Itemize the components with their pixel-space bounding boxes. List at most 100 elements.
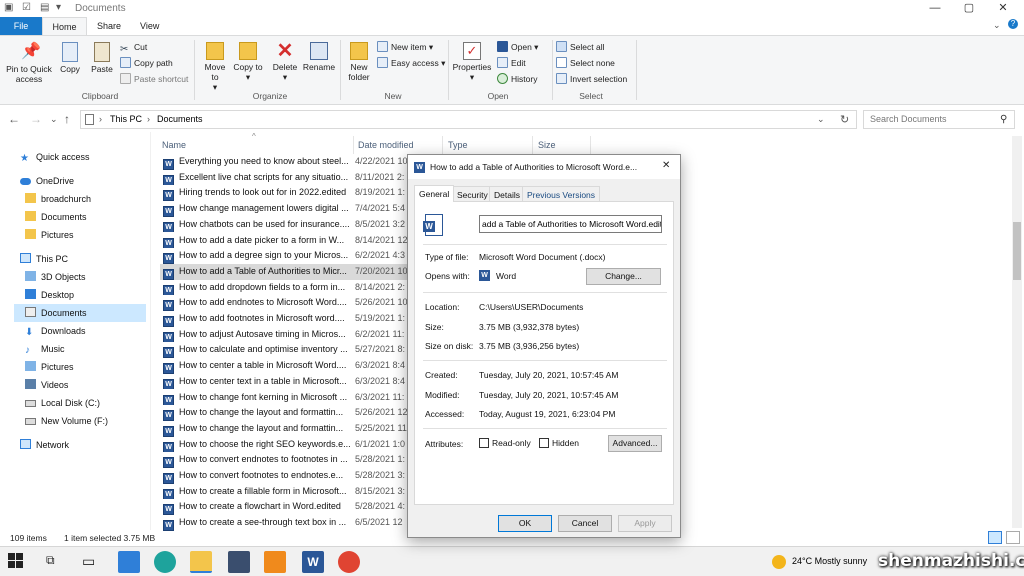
file-row[interactable]: W How to add a date picker to a form in W… xyxy=(160,233,410,249)
file-row[interactable]: W How to add a Table of Authorities to Mi… xyxy=(160,263,410,280)
file-row[interactable]: W How to change font kerning in Microsoft… xyxy=(160,390,410,406)
file-row[interactable]: W Hiring trends to look out for in 2022.e… xyxy=(160,185,410,202)
nav-network[interactable]: Network xyxy=(20,436,69,454)
readonly-checkbox[interactable]: Read-only xyxy=(479,438,531,448)
history-button[interactable]: History xyxy=(497,72,537,86)
new-item-button[interactable]: New item ▾ xyxy=(377,40,433,54)
rename-button[interactable]: Rename xyxy=(302,42,336,72)
mail-icon[interactable] xyxy=(118,551,140,573)
easy-access-button[interactable]: Easy access ▾ xyxy=(377,56,445,70)
nav-onedrive-item[interactable]: Documents xyxy=(25,208,87,226)
task-view-icon[interactable]: ⧉ xyxy=(46,553,55,568)
file-row[interactable]: W How to add dropdown fields to a form in… xyxy=(160,280,410,296)
vlc-icon[interactable] xyxy=(264,551,286,573)
file-row[interactable]: W How to center text in a table in Micros… xyxy=(160,374,410,390)
file-row[interactable]: W How change management lowers digital ..… xyxy=(160,201,410,217)
filename-field[interactable]: add a Table of Authorities to Microsoft … xyxy=(479,215,662,233)
delete-button[interactable]: ✕ Delete ▾ xyxy=(268,41,302,82)
checkbox-box[interactable] xyxy=(479,438,489,448)
ok-button[interactable]: OK xyxy=(498,515,552,532)
breadcrumb-documents[interactable]: Documents xyxy=(157,114,203,124)
edit-button[interactable]: Edit xyxy=(497,56,526,70)
hidden-checkbox[interactable]: Hidden xyxy=(539,438,579,448)
search-input[interactable]: Search Documents ⚲ xyxy=(863,110,1015,129)
file-row[interactable]: W How to center a table in Microsoft Word… xyxy=(160,358,410,374)
minimize-button[interactable]: — xyxy=(918,0,952,17)
edge-browser-icon[interactable] xyxy=(154,551,176,573)
column-divider[interactable] xyxy=(532,136,533,154)
copy-to-button[interactable]: Copy to ▾ xyxy=(233,42,263,82)
tab-details[interactable]: Details xyxy=(489,186,525,202)
file-row[interactable]: W How to change the layout and formattin.… xyxy=(160,421,410,437)
address-dropdown-icon[interactable]: ⌄ xyxy=(817,114,825,125)
details-view-icon[interactable] xyxy=(988,531,1002,544)
invert-selection-button[interactable]: Invert selection xyxy=(556,72,627,86)
weather-text[interactable]: 24°C Mostly sunny xyxy=(792,556,867,566)
chrome-icon[interactable] xyxy=(338,551,360,573)
file-row[interactable]: W How to add endnotes to Microsoft Word..… xyxy=(160,295,410,311)
nav-3d-objects[interactable]: 3D Objects xyxy=(25,268,86,286)
open-button[interactable]: Open ▾ xyxy=(497,40,538,54)
nav-quick-access[interactable]: ★ Quick access xyxy=(20,148,90,166)
file-row[interactable]: W How to add a degree sign to your Micros… xyxy=(160,248,410,264)
column-divider[interactable] xyxy=(442,136,443,154)
refresh-icon[interactable]: ↻ xyxy=(840,113,849,126)
file-row[interactable]: W How to calculate and optimise inventory… xyxy=(160,342,410,359)
select-all-button[interactable]: Select all xyxy=(556,40,605,54)
file-row[interactable]: W Excellent live chat scripts for any sit… xyxy=(160,170,410,186)
change-button[interactable]: Change... xyxy=(586,268,661,285)
dialog-close-icon[interactable]: ✕ xyxy=(662,160,670,171)
move-to-button[interactable]: Move to ▾ xyxy=(200,42,230,92)
file-row[interactable]: W How to add footnotes in Microsoft word.… xyxy=(160,311,410,327)
file-row[interactable]: W How to create a see-through text box in… xyxy=(160,515,410,531)
advanced-button[interactable]: Advanced... xyxy=(608,435,662,452)
file-row[interactable]: W Everything you need to know about steel… xyxy=(160,154,410,170)
file-row[interactable]: W How to change the layout and formattin.… xyxy=(160,405,410,421)
file-row[interactable]: W How to convert endnotes to footnotes in… xyxy=(160,452,410,468)
file-row[interactable]: W How to adjust Autosave timing in Micros… xyxy=(160,327,410,343)
tab-previous-versions[interactable]: Previous Versions xyxy=(522,186,601,202)
column-divider[interactable] xyxy=(353,136,354,154)
address-bar[interactable]: › This PC › Documents ⌄ xyxy=(80,110,857,129)
speech-bubble-icon[interactable]: ▭ xyxy=(82,553,95,570)
file-row[interactable]: W How to choose the right SEO keywords.e.… xyxy=(160,437,410,453)
nav-downloads[interactable]: ⬇ Downloads xyxy=(25,322,86,340)
cancel-button[interactable]: Cancel xyxy=(558,515,612,532)
column-date-modified[interactable]: Date modified xyxy=(358,140,414,150)
column-type[interactable]: Type xyxy=(448,140,468,150)
scrollbar-thumb[interactable] xyxy=(1013,222,1021,280)
nav-onedrive-item[interactable]: Pictures xyxy=(25,226,74,244)
nav-documents[interactable]: Documents xyxy=(25,304,87,322)
file-row[interactable]: W How to create a flowchart in Word.edite… xyxy=(160,499,410,516)
nav-pictures[interactable]: Pictures xyxy=(25,358,74,376)
column-size[interactable]: Size xyxy=(538,140,556,150)
expand-ribbon-icon[interactable]: ⌄ xyxy=(993,20,1001,31)
nav-desktop[interactable]: Desktop xyxy=(25,286,74,304)
maximize-button[interactable]: ▢ xyxy=(952,0,986,17)
nav-music[interactable]: ♪ Music xyxy=(25,340,65,358)
dialog-title-bar[interactable]: W How to add a Table of Authorities to M… xyxy=(408,155,680,179)
checkbox-box[interactable] xyxy=(539,438,549,448)
file-row[interactable]: W How to create a fillable form in Micros… xyxy=(160,484,410,500)
word-taskbar-icon[interactable]: W xyxy=(302,551,324,573)
column-name[interactable]: Name xyxy=(162,140,186,150)
vertical-scrollbar[interactable] xyxy=(1012,136,1022,528)
file-row[interactable]: W How to convert footnotes to endnotes.e.… xyxy=(160,468,410,484)
nav-new-volume[interactable]: New Volume (F:) xyxy=(25,412,108,430)
nav-this-pc[interactable]: This PC xyxy=(20,250,68,268)
file-explorer-icon[interactable] xyxy=(190,551,212,573)
file-row[interactable]: W How chatbots can be used for insurance.… xyxy=(160,217,410,233)
apply-button[interactable]: Apply xyxy=(618,515,672,532)
nav-videos[interactable]: Videos xyxy=(25,376,68,394)
large-icons-view-icon[interactable] xyxy=(1006,531,1020,544)
nav-onedrive-item[interactable]: broadchurch xyxy=(25,190,91,208)
calculator-app-icon[interactable] xyxy=(228,551,250,573)
close-button[interactable]: ✕ xyxy=(986,0,1020,17)
column-divider[interactable] xyxy=(590,136,591,154)
help-icon[interactable]: ? xyxy=(1008,19,1018,29)
nav-onedrive[interactable]: OneDrive xyxy=(20,172,74,190)
properties-button[interactable]: ✓ Properties ▾ xyxy=(452,42,492,82)
nav-local-disk[interactable]: Local Disk (C:) xyxy=(25,394,100,412)
tab-security[interactable]: Security xyxy=(452,186,493,202)
tab-general[interactable]: General xyxy=(414,185,455,202)
